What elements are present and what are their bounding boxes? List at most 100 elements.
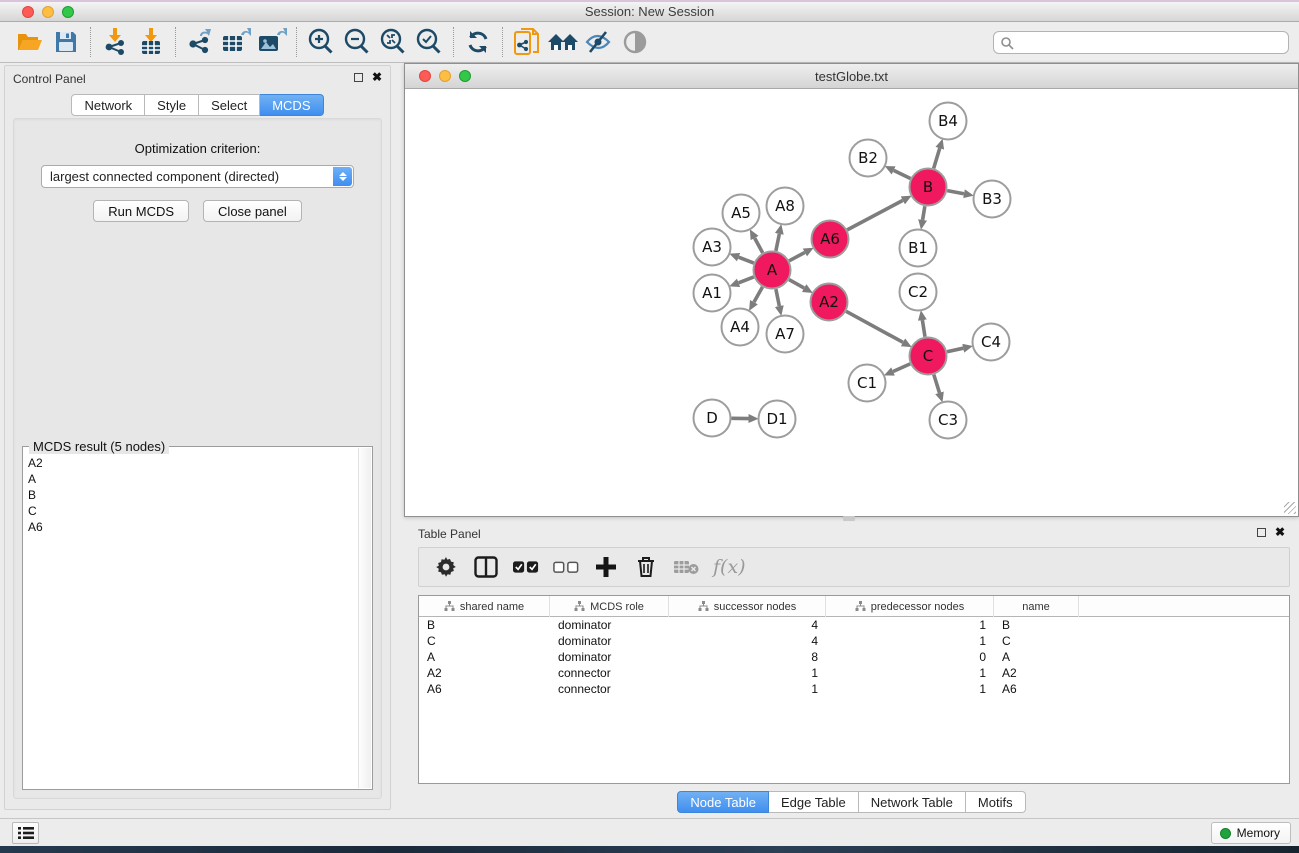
criterion-dropdown[interactable]: largest connected component (directed) bbox=[41, 165, 354, 188]
apply-layout-icon[interactable] bbox=[460, 26, 496, 58]
export-network-icon[interactable] bbox=[182, 26, 218, 58]
edge-A-A8[interactable] bbox=[776, 234, 779, 251]
network-window-titlebar[interactable]: testGlobe.txt bbox=[405, 64, 1298, 89]
tab-select[interactable]: Select bbox=[199, 94, 260, 116]
graph-node-A5[interactable]: A5 bbox=[723, 195, 760, 232]
cell-mcds_role[interactable]: dominator bbox=[550, 617, 669, 633]
close-panel-button[interactable]: Close panel bbox=[203, 200, 302, 222]
delete-column-icon[interactable] bbox=[633, 554, 659, 580]
edge-A-A2[interactable] bbox=[789, 280, 804, 289]
table-row[interactable]: Adominator80A bbox=[419, 649, 1289, 665]
mcds-result-item[interactable]: C bbox=[25, 503, 358, 519]
edge-B-B4[interactable] bbox=[934, 148, 940, 168]
cell-mcds_role[interactable]: connector bbox=[550, 681, 669, 697]
edge-A2-C[interactable] bbox=[846, 311, 903, 342]
table-row[interactable]: Bdominator41B bbox=[419, 617, 1289, 633]
close-network-window-button[interactable] bbox=[419, 70, 431, 82]
mcds-result-item[interactable]: A2 bbox=[25, 455, 358, 471]
edge-B-B1[interactable] bbox=[923, 206, 925, 220]
edge-C-C2[interactable] bbox=[922, 320, 925, 337]
edge-C-C1[interactable] bbox=[893, 364, 910, 372]
cell-successor_nodes[interactable]: 4 bbox=[669, 633, 826, 649]
import-network-icon[interactable] bbox=[97, 26, 133, 58]
graph-node-B1[interactable]: B1 bbox=[900, 230, 937, 267]
zoom-in-icon[interactable] bbox=[303, 26, 339, 58]
zoom-fit-icon[interactable] bbox=[375, 26, 411, 58]
float-panel-icon[interactable] bbox=[354, 73, 363, 82]
cell-mcds_role[interactable]: connector bbox=[550, 665, 669, 681]
zoom-selected-icon[interactable] bbox=[411, 26, 447, 58]
minimize-window-button[interactable] bbox=[42, 6, 54, 18]
tab-node-table[interactable]: Node Table bbox=[677, 791, 769, 813]
graph-node-A1[interactable]: A1 bbox=[694, 275, 731, 312]
result-scrollbar[interactable] bbox=[358, 448, 371, 788]
column-header-shared-name[interactable]: shared name bbox=[419, 596, 550, 617]
cell-shared_name[interactable]: B bbox=[419, 617, 550, 633]
edge-A-A5[interactable] bbox=[755, 238, 763, 253]
mcds-result-item[interactable]: A6 bbox=[25, 519, 358, 535]
mcds-result-item[interactable]: A bbox=[25, 471, 358, 487]
close-table-panel-icon[interactable]: ✖ bbox=[1275, 527, 1285, 537]
table-row[interactable]: Cdominator41C bbox=[419, 633, 1289, 649]
cell-shared_name[interactable]: A bbox=[419, 649, 550, 665]
hide-selected-icon[interactable] bbox=[581, 26, 617, 58]
column-header-predecessor-nodes[interactable]: predecessor nodes bbox=[826, 596, 994, 617]
export-image-icon[interactable] bbox=[254, 26, 290, 58]
cell-name[interactable]: A6 bbox=[994, 681, 1079, 697]
network-canvas[interactable]: B4B2BB3A5A8A6A3B1AA1C2A2A4A7C4CC1DD1C3 bbox=[405, 89, 1298, 516]
zoom-out-icon[interactable] bbox=[339, 26, 375, 58]
search-field[interactable] bbox=[993, 31, 1289, 54]
close-window-button[interactable] bbox=[22, 6, 34, 18]
graph-node-B[interactable]: B bbox=[910, 169, 947, 206]
cell-mcds_role[interactable]: dominator bbox=[550, 633, 669, 649]
graph-node-A7[interactable]: A7 bbox=[767, 316, 804, 353]
zoom-window-button[interactable] bbox=[62, 6, 74, 18]
graph-node-B3[interactable]: B3 bbox=[974, 181, 1011, 218]
task-history-button[interactable] bbox=[12, 822, 39, 844]
cell-successor_nodes[interactable]: 1 bbox=[669, 665, 826, 681]
graph-node-A[interactable]: A bbox=[754, 252, 791, 289]
add-column-icon[interactable] bbox=[593, 554, 619, 580]
close-panel-icon[interactable]: ✖ bbox=[372, 72, 382, 82]
open-session-icon[interactable] bbox=[12, 26, 48, 58]
settings-gear-icon[interactable] bbox=[433, 554, 459, 580]
tab-network[interactable]: Network bbox=[71, 94, 145, 116]
deselect-all-columns-icon[interactable] bbox=[553, 554, 579, 580]
zoom-network-window-button[interactable] bbox=[459, 70, 471, 82]
cell-shared_name[interactable]: A2 bbox=[419, 665, 550, 681]
edge-A-A4[interactable] bbox=[754, 287, 763, 302]
new-network-from-selection-icon[interactable] bbox=[509, 26, 545, 58]
float-table-panel-icon[interactable] bbox=[1257, 528, 1266, 537]
cell-successor_nodes[interactable]: 8 bbox=[669, 649, 826, 665]
edge-A-A7[interactable] bbox=[776, 289, 779, 306]
cell-shared_name[interactable]: A6 bbox=[419, 681, 550, 697]
graph-node-C[interactable]: C bbox=[910, 338, 947, 375]
graph-node-A8[interactable]: A8 bbox=[767, 188, 804, 225]
graph-node-C1[interactable]: C1 bbox=[849, 365, 886, 402]
cell-name[interactable]: A bbox=[994, 649, 1079, 665]
save-session-icon[interactable] bbox=[48, 26, 84, 58]
window-resize-grip[interactable] bbox=[1284, 502, 1296, 514]
edge-A-A3[interactable] bbox=[739, 257, 754, 263]
cell-shared_name[interactable]: C bbox=[419, 633, 550, 649]
cell-predecessor_nodes[interactable]: 1 bbox=[826, 665, 994, 681]
edge-A-A1[interactable] bbox=[739, 277, 754, 283]
cell-successor_nodes[interactable]: 1 bbox=[669, 681, 826, 697]
tab-edge-table[interactable]: Edge Table bbox=[769, 791, 859, 813]
edge-A6-B[interactable] bbox=[847, 200, 903, 230]
column-header-successor-nodes[interactable]: successor nodes bbox=[669, 596, 826, 617]
column-header-MCDS-role[interactable]: MCDS role bbox=[550, 596, 669, 617]
graph-node-D[interactable]: D bbox=[694, 400, 731, 437]
split-panel-icon[interactable] bbox=[473, 554, 499, 580]
graph-node-A6[interactable]: A6 bbox=[812, 221, 849, 258]
edge-A-A6[interactable] bbox=[789, 252, 805, 260]
import-table-icon[interactable] bbox=[133, 26, 169, 58]
tab-network-table[interactable]: Network Table bbox=[859, 791, 966, 813]
graph-node-C4[interactable]: C4 bbox=[973, 324, 1010, 361]
graph-node-D1[interactable]: D1 bbox=[759, 401, 796, 438]
run-mcds-button[interactable]: Run MCDS bbox=[93, 200, 189, 222]
mcds-result-item[interactable]: B bbox=[25, 487, 358, 503]
show-all-icon[interactable] bbox=[617, 26, 653, 58]
search-input[interactable] bbox=[1014, 32, 1288, 53]
cell-mcds_role[interactable]: dominator bbox=[550, 649, 669, 665]
